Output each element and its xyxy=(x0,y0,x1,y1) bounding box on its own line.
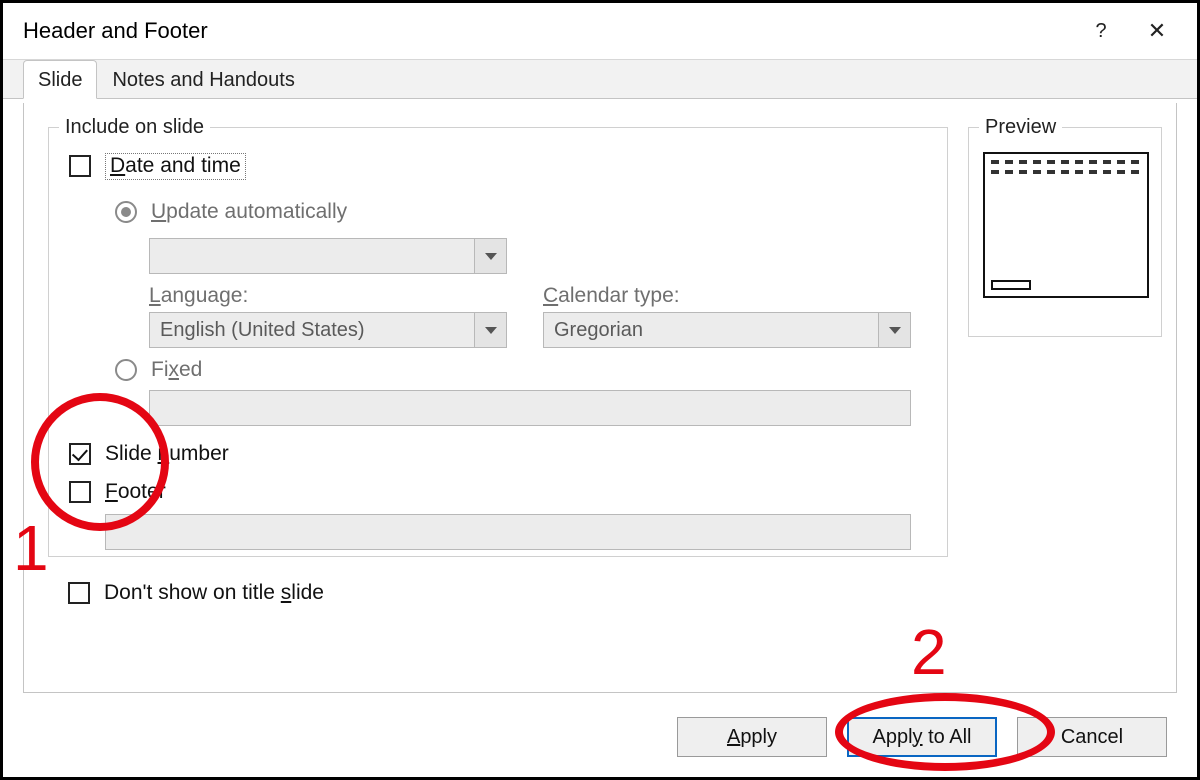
label-date-time: Date and time xyxy=(105,154,246,178)
group-preview: Preview xyxy=(968,127,1162,337)
preview-slide-number-box xyxy=(991,280,1031,290)
cancel-button[interactable]: Cancel xyxy=(1017,717,1167,757)
input-footer-text[interactable] xyxy=(105,514,911,550)
checkbox-slide-number[interactable] xyxy=(69,443,91,465)
dialog-button-row: Apply Apply to All Cancel xyxy=(677,717,1167,757)
group-legend-include: Include on slide xyxy=(59,116,210,139)
apply-button[interactable]: Apply xyxy=(677,717,827,757)
chevron-down-icon xyxy=(485,327,497,334)
dialog-window: Header and Footer ? ✕ Slide Notes and Ha… xyxy=(0,0,1200,780)
label-footer: Footer xyxy=(105,480,166,504)
dialog-title: Header and Footer xyxy=(23,18,1073,44)
preview-header-line xyxy=(991,160,1141,164)
label-fixed: Fixed xyxy=(151,358,202,382)
combo-language[interactable]: English (United States) xyxy=(149,312,507,348)
checkbox-footer[interactable] xyxy=(69,481,91,503)
input-fixed-date[interactable] xyxy=(149,390,911,426)
combo-date-format-button[interactable] xyxy=(474,239,506,273)
tab-slide[interactable]: Slide xyxy=(23,60,97,99)
label-update-automatically: Update automatically xyxy=(151,200,347,224)
checkbox-dont-show-title-slide[interactable] xyxy=(68,582,90,604)
apply-to-all-button[interactable]: Apply to All xyxy=(847,717,997,757)
combo-calendar-type[interactable]: Gregorian xyxy=(543,312,911,348)
radio-fixed[interactable] xyxy=(115,359,137,381)
combo-date-format[interactable] xyxy=(149,238,507,274)
chevron-down-icon xyxy=(889,327,901,334)
label-slide-number: Slide number xyxy=(105,442,229,466)
preview-thumbnail xyxy=(983,152,1149,298)
close-button[interactable]: ✕ xyxy=(1129,11,1185,51)
tab-notes-handouts[interactable]: Notes and Handouts xyxy=(97,60,309,99)
titlebar: Header and Footer ? ✕ xyxy=(3,3,1197,59)
label-dont-show-title-slide: Don't show on title slide xyxy=(104,581,324,605)
combo-language-button[interactable] xyxy=(474,313,506,347)
radio-update-automatically[interactable] xyxy=(115,201,137,223)
chevron-down-icon xyxy=(485,253,497,260)
checkbox-date-time[interactable] xyxy=(69,155,91,177)
preview-subheader-line xyxy=(991,170,1141,174)
label-calendar-type: Calendar type: xyxy=(543,284,680,308)
combo-calendar-button[interactable] xyxy=(878,313,910,347)
help-button[interactable]: ? xyxy=(1073,11,1129,51)
tab-strip: Slide Notes and Handouts xyxy=(3,59,1197,99)
combo-calendar-value: Gregorian xyxy=(544,319,878,342)
combo-language-value: English (United States) xyxy=(150,319,474,342)
group-include-on-slide: Include on slide Date and time Update au… xyxy=(48,127,948,557)
dialog-panel: Include on slide Date and time Update au… xyxy=(23,103,1177,693)
label-language: Language: xyxy=(149,284,248,308)
group-legend-preview: Preview xyxy=(979,116,1062,139)
